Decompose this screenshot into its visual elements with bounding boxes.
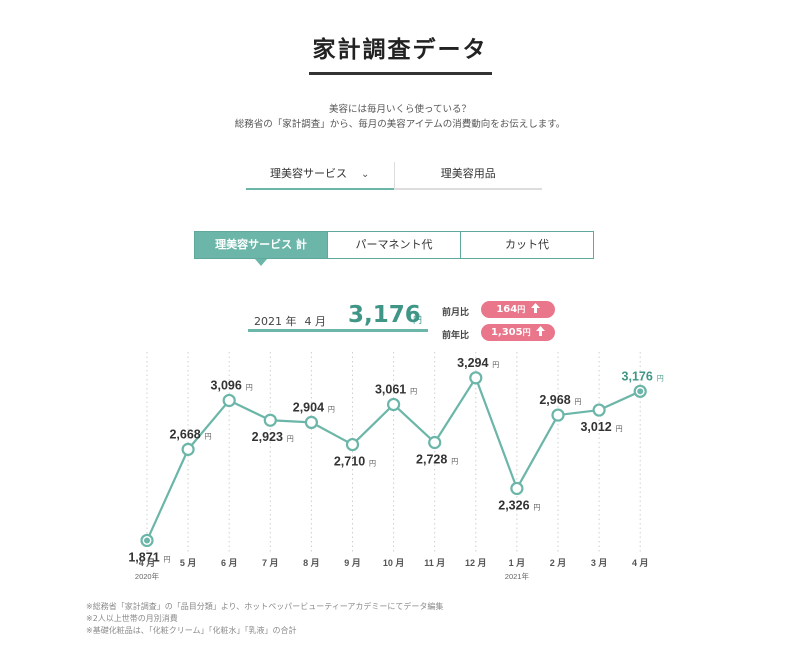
tab-beauty-products[interactable]: 理美容用品: [393, 162, 542, 190]
x-tick-label: 8 月: [303, 558, 320, 568]
tab-beauty-services-label: 理美容サービス: [270, 167, 348, 180]
tab-beauty-products-label: 理美容用品: [440, 167, 496, 180]
data-point: [263, 413, 277, 427]
data-label-unit: 円: [205, 432, 212, 440]
intro-text: 美容には毎月いくら使っている？ 総務省の「家計調査」から、毎月の美容アイテムの消…: [0, 102, 800, 132]
footnote-2: ※2人以上世帯の月別消費: [86, 614, 178, 623]
data-label: 2,904: [293, 400, 324, 414]
subtab-cut[interactable]: カット代: [460, 232, 593, 258]
month-over-month-unit: 円: [517, 305, 526, 314]
current-unit: 円: [413, 316, 423, 326]
data-label-unit: 円: [164, 555, 171, 563]
current-month: 4 月: [304, 315, 327, 328]
data-point: [222, 393, 236, 408]
x-tick-label: 2 月: [550, 558, 567, 568]
x-tick-label: 12 月: [465, 558, 487, 568]
data-label-unit: 円: [492, 361, 499, 369]
data-point: [345, 437, 360, 452]
data-label: 2,326: [498, 498, 529, 512]
arrow-up-icon: [536, 326, 546, 336]
data-label: 3,176: [622, 369, 653, 383]
data-point: [551, 408, 565, 422]
footnotes: ※総務省「家計調査」の「品目分類」より、ホットペッパービューティーアカデミーにて…: [86, 601, 443, 637]
current-value: 3,176: [348, 302, 421, 328]
x-tick-label: 3 月: [591, 558, 608, 568]
data-point: [181, 442, 195, 456]
month-over-month-label: 前月比: [442, 308, 470, 318]
x-tick-label: 4 月: [632, 558, 649, 568]
intro-line-2: 総務省の「家計調査」から、毎月の美容アイテムの消費動向をお伝えします。: [234, 119, 566, 130]
intro-line-1: 美容には毎月いくら使っている？: [328, 104, 472, 115]
data-point: [469, 371, 483, 385]
chevron-down-icon: ⌄: [361, 169, 370, 180]
data-label: 2,923: [252, 430, 283, 444]
month-over-month-value: 164: [496, 304, 518, 315]
category-tabs: 理美容サービス ⌄ 理美容用品: [246, 162, 542, 190]
current-date: 2021 年 4 月: [254, 313, 326, 329]
data-label-unit: 円: [287, 435, 294, 443]
x-tick-label: 6 月: [221, 558, 238, 568]
data-label: 2,710: [334, 455, 365, 469]
data-label: 3,294: [457, 356, 488, 370]
data-point: [592, 403, 606, 417]
year-over-year-label: 前年比: [442, 331, 470, 341]
data-label-unit: 円: [533, 503, 540, 511]
x-tick-label: 5 月: [180, 558, 197, 568]
subcategory-tabs: 理美容サービス 計 パーマネント代 カット代: [194, 231, 594, 266]
data-label-unit: 円: [616, 425, 623, 433]
year-over-year-unit: 円: [522, 328, 531, 337]
x-tick-label: 7 月: [262, 558, 279, 568]
data-label: 3,012: [580, 420, 611, 434]
data-label: 2,968: [539, 393, 570, 407]
x-tick-label: 11 月: [424, 558, 445, 568]
data-label-unit: 円: [246, 383, 253, 391]
monthly-spending-line-chart: 1,871 円2,668 円3,096 円2,923 円2,904 円2,710 円3,06…: [128, 352, 664, 581]
x-tick-label: 9 月: [344, 558, 361, 568]
footnote-1: ※総務省「家計調査」の「品目分類」より、ホットペッパービューティーアカデミーにて…: [86, 602, 444, 611]
data-point: [510, 481, 524, 496]
data-label-unit: 円: [369, 460, 376, 468]
data-point-center: [637, 388, 644, 395]
subtab-services-total[interactable]: 理美容サービス 計: [195, 232, 327, 266]
page-title-wrap: 家計調査データ: [0, 30, 800, 75]
page-title: 家計調査データ: [308, 30, 492, 75]
x-tick-label: 1 月: [509, 558, 526, 568]
arrow-up-icon: [530, 303, 540, 313]
year-over-year-badge: 1,305円: [481, 324, 555, 341]
data-point: [304, 415, 318, 430]
data-point: [428, 435, 442, 450]
current-value-box: 2021 年 4 月 3,176 円: [248, 302, 428, 332]
data-label: 2,668: [169, 427, 200, 441]
x-year-label: 2020年: [135, 571, 160, 581]
subtab-permanent[interactable]: パーマネント代: [327, 232, 460, 258]
data-label-unit: 円: [575, 398, 582, 406]
year-over-year-value: 1,305: [490, 327, 523, 338]
tab-beauty-services[interactable]: 理美容サービス ⌄: [246, 162, 394, 190]
x-tick-label: 10 月: [383, 558, 405, 568]
data-label-unit: 円: [328, 405, 335, 413]
x-year-label: 2021年: [505, 571, 530, 581]
current-year: 2021 年: [254, 315, 297, 328]
month-over-month-badge: 164円: [481, 301, 555, 318]
data-label-unit: 円: [451, 458, 458, 466]
footnote-3: ※基礎化粧品は、「化粧クリーム」「化粧水」「乳液」の合計: [86, 626, 297, 635]
data-label-unit: 円: [657, 374, 664, 382]
data-point-center: [144, 537, 150, 544]
data-label: 2,728: [416, 453, 447, 467]
data-label: 3,096: [211, 378, 242, 392]
x-tick-label: 4 月: [139, 558, 156, 568]
data-point: [387, 397, 401, 412]
data-label: 3,061: [375, 382, 406, 396]
data-label-unit: 円: [410, 387, 417, 395]
